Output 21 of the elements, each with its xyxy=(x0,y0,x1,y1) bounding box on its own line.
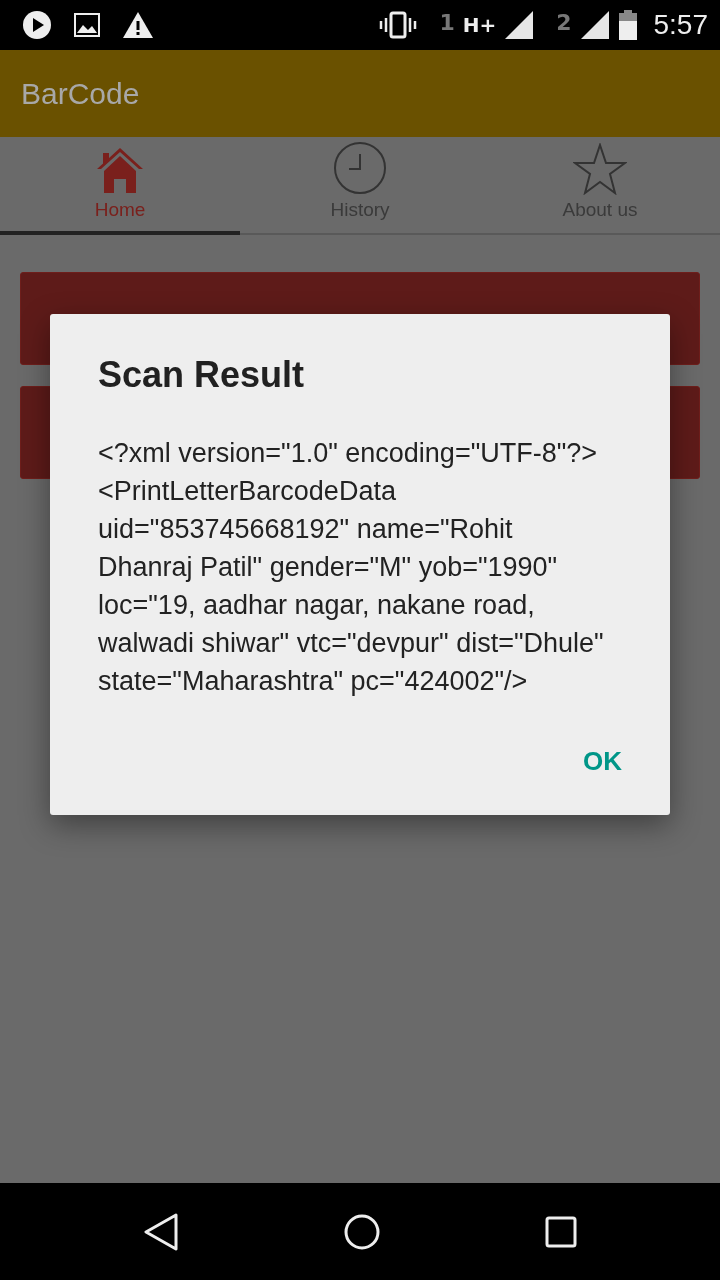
home-button-icon[interactable] xyxy=(344,1213,380,1250)
clock-time: 5:57 xyxy=(653,9,708,41)
network-type: H+ xyxy=(462,13,497,37)
play-icon xyxy=(22,10,52,40)
tab[interactable]: Home xyxy=(0,137,240,235)
clock-icon xyxy=(333,141,387,195)
ok-button[interactable]: OK xyxy=(563,734,642,789)
signal-icon xyxy=(504,10,535,40)
battery-icon xyxy=(617,10,638,40)
signal-icon xyxy=(579,10,610,40)
recents-icon[interactable] xyxy=(545,1215,578,1248)
sim-number: 2 xyxy=(556,10,572,35)
dialog-title: Scan Result xyxy=(98,354,306,396)
star-icon xyxy=(573,143,627,195)
image-icon xyxy=(74,13,100,37)
app-title: BarCode xyxy=(21,76,140,111)
sim-number: 1 xyxy=(439,10,455,35)
dialog-message: <?xml version="1.0" encoding="UTF-8"?> <PrintLetterBarcodeData uid="853745668192" name="Rohit Dhanraj Patil" gender="M" yob="1990" loc="19, aadhar nagar, nakane road, walwadi shiwar" vtc="devpur" dist="Dhule" state="Maharashtra" pc="424002"/> xyxy=(98,437,605,698)
back-icon[interactable] xyxy=(142,1212,179,1251)
vibrate-icon xyxy=(379,11,418,39)
warning-icon xyxy=(122,11,154,39)
